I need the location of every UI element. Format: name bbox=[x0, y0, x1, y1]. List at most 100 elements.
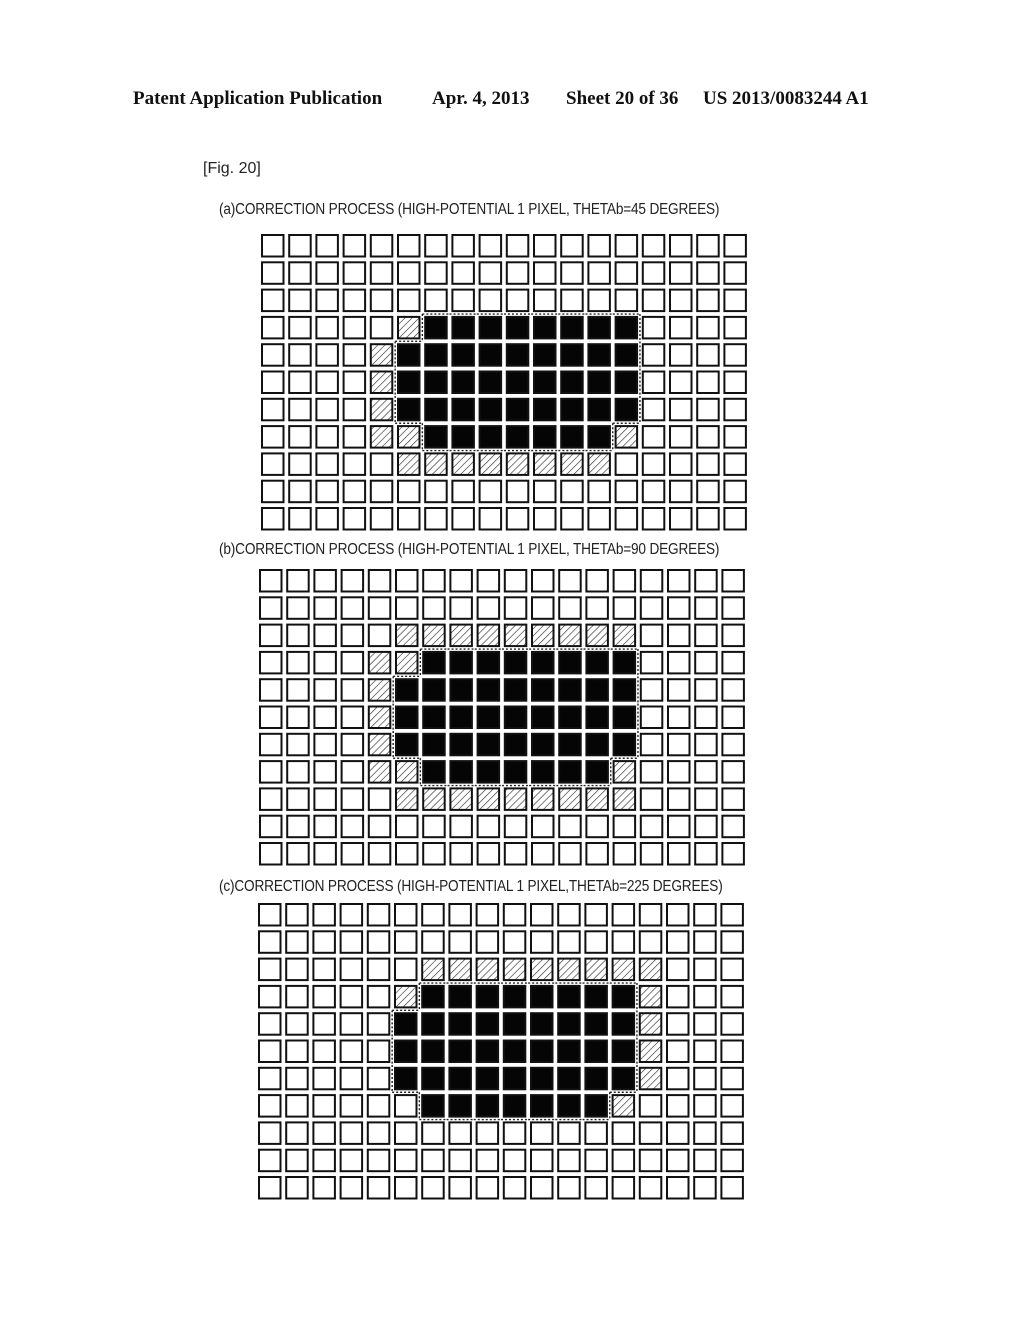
pixel-cell-empty bbox=[694, 842, 718, 866]
pixel-cell-empty bbox=[366, 1176, 391, 1200]
pixel-cell-empty bbox=[286, 569, 310, 593]
pixel-cell-empty bbox=[259, 569, 283, 593]
pixel-cell-black bbox=[505, 370, 530, 394]
pixel-cell-empty bbox=[313, 732, 337, 757]
pixel-cell-hatched bbox=[612, 623, 637, 648]
pixel-cell-empty bbox=[421, 1176, 445, 1200]
pixel-cell-empty bbox=[315, 397, 339, 422]
pixel-cell-empty bbox=[502, 1148, 527, 1173]
pixel-cell-black bbox=[449, 705, 473, 729]
pixel-cell-hatched bbox=[505, 452, 530, 476]
pixel-cell-black bbox=[558, 732, 582, 757]
pixel-cell-empty bbox=[369, 261, 394, 285]
pixel-cell-hatched bbox=[369, 397, 394, 422]
pixel-cell-black bbox=[397, 370, 421, 394]
pixel-cell-empty bbox=[424, 507, 448, 531]
pixel-cell-empty bbox=[312, 930, 336, 954]
pixel-cell-empty bbox=[424, 288, 448, 313]
pixel-cell-black bbox=[422, 732, 446, 757]
pixel-cell-empty bbox=[288, 425, 312, 449]
pixel-cell-empty bbox=[288, 397, 312, 422]
pixel-cell-black bbox=[584, 1012, 608, 1036]
pixel-cell-empty bbox=[258, 903, 282, 927]
pixel-cell-empty bbox=[611, 1148, 636, 1173]
pixel-cell-empty bbox=[422, 596, 446, 620]
pixel-cell-empty bbox=[614, 288, 639, 313]
pixel-cell-empty bbox=[424, 234, 448, 258]
pixel-cell-empty bbox=[424, 261, 448, 285]
pixel-cell-empty bbox=[723, 370, 747, 394]
pixel-cell-empty bbox=[259, 760, 283, 784]
pixel-cell-empty bbox=[721, 650, 745, 675]
pixel-cell-empty bbox=[258, 1148, 282, 1173]
pixel-cell-empty bbox=[503, 814, 528, 839]
pixel-cell-empty bbox=[666, 903, 690, 927]
pixel-cell-empty bbox=[669, 234, 693, 258]
pixel-cell-empty bbox=[503, 569, 528, 593]
pixel-cell-empty bbox=[641, 343, 666, 367]
pixel-cell-empty bbox=[667, 650, 691, 675]
pixel-cell-empty bbox=[693, 1148, 717, 1173]
pixel-cell-empty bbox=[366, 984, 391, 1009]
pixel-cell-empty bbox=[723, 397, 747, 422]
pixel-cell-hatched bbox=[612, 787, 637, 811]
pixel-cell-empty bbox=[285, 984, 309, 1009]
pixel-cell-black bbox=[476, 732, 501, 757]
pixel-cell-empty bbox=[667, 705, 691, 729]
pixel-cell-empty bbox=[394, 1121, 418, 1145]
pixel-cell-black bbox=[558, 705, 582, 729]
pixel-cell-empty bbox=[612, 814, 637, 839]
pixel-cell-empty bbox=[342, 479, 367, 504]
pixel-cell-empty bbox=[340, 732, 365, 757]
pixel-cell-empty bbox=[421, 1148, 445, 1173]
pixel-cell-black bbox=[451, 315, 475, 340]
pixel-cell-empty bbox=[476, 842, 501, 866]
pixel-cell-empty bbox=[421, 903, 445, 927]
pixel-cell-black bbox=[558, 650, 582, 675]
pixel-cell-empty bbox=[530, 1148, 554, 1173]
pixel-cell-empty bbox=[342, 425, 367, 449]
pixel-cell-empty bbox=[261, 479, 285, 504]
pixel-cell-empty bbox=[505, 288, 530, 313]
pixel-cell-hatched bbox=[369, 343, 394, 367]
pixel-cell-empty bbox=[721, 596, 745, 620]
pixel-cell-empty bbox=[638, 903, 663, 927]
pixel-cell-empty bbox=[369, 452, 394, 476]
pixel-cell-empty bbox=[259, 814, 283, 839]
pixel-cell-empty bbox=[340, 650, 365, 675]
pixel-cell-empty bbox=[366, 1012, 391, 1036]
pixel-cell-black bbox=[584, 1039, 608, 1063]
pixel-cell-empty bbox=[723, 507, 747, 531]
pixel-cell-black bbox=[585, 650, 609, 675]
pixel-cell-black bbox=[611, 1039, 636, 1063]
pixel-cell-hatched bbox=[422, 787, 446, 811]
pixel-cell-hatched bbox=[531, 623, 555, 648]
pixel-cell-empty bbox=[312, 957, 336, 982]
pixel-cell-black bbox=[394, 1066, 418, 1091]
pixel-cell-black bbox=[503, 705, 528, 729]
pixel-cell-empty bbox=[369, 479, 394, 504]
pixel-cell-empty bbox=[641, 261, 666, 285]
pixel-cell-empty bbox=[584, 930, 608, 954]
pixel-cell-empty bbox=[641, 370, 666, 394]
pixel-cell-hatched bbox=[585, 787, 609, 811]
pixel-cell-empty bbox=[342, 343, 367, 367]
pixel-cell-hatched bbox=[638, 1039, 663, 1063]
pixel-cell-black bbox=[475, 984, 500, 1009]
pixel-cell-empty bbox=[587, 234, 611, 258]
pixel-cell-empty bbox=[723, 452, 747, 476]
pixel-cell-empty bbox=[261, 425, 285, 449]
pixel-cell-empty bbox=[285, 1012, 309, 1036]
pixel-cell-black bbox=[611, 1012, 636, 1036]
pixel-cell-black bbox=[533, 425, 557, 449]
pixel-cell-empty bbox=[259, 732, 283, 757]
pixel-cell-empty bbox=[560, 234, 584, 258]
pixel-cell-empty bbox=[367, 842, 392, 866]
pixel-cell-empty bbox=[339, 1012, 364, 1036]
pixel-cell-black bbox=[424, 370, 448, 394]
pixel-cell-black bbox=[505, 343, 530, 367]
pixel-cell-empty bbox=[557, 903, 581, 927]
pixel-cell-black bbox=[421, 1066, 445, 1091]
pixel-cell-hatched bbox=[367, 732, 392, 757]
pixel-cell-empty bbox=[339, 1148, 364, 1173]
